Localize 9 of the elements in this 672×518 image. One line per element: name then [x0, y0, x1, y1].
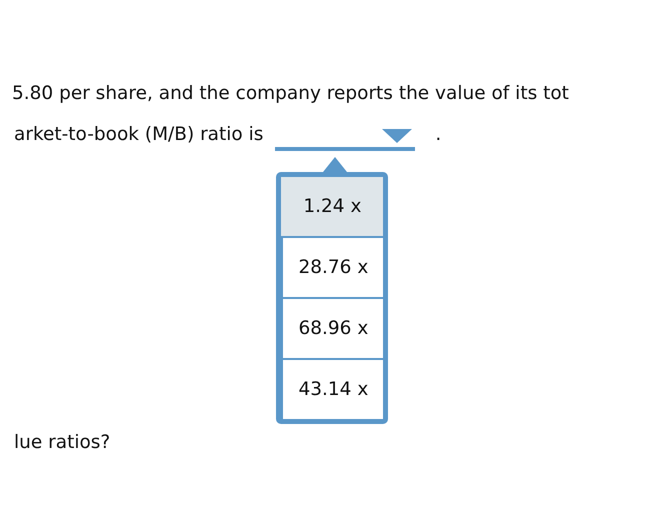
period-text: . — [435, 124, 442, 145]
question-text: arket-to-book (M/B) ratio is — [14, 124, 264, 145]
dropdown-option[interactable]: 1.24 x — [281, 177, 384, 236]
question-text: 5.80 per share, and the company reports the value of its tot — [12, 83, 569, 104]
question-text: lue ratios? — [14, 432, 110, 453]
dropdown-option[interactable]: 43.14 x — [283, 360, 384, 419]
dropdown-option[interactable]: 28.76 x — [283, 238, 384, 297]
caret-icon — [382, 129, 412, 143]
dropdown-option[interactable]: 68.96 x — [283, 299, 384, 358]
